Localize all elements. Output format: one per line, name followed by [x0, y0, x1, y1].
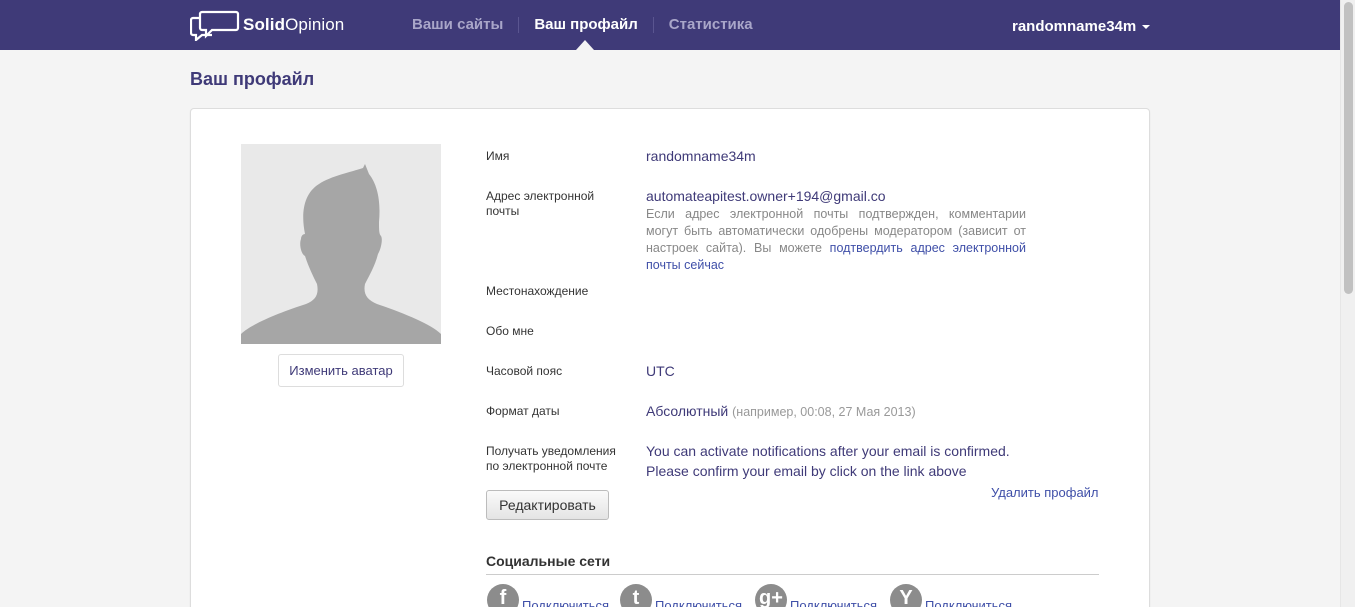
date-format-example: (например, 00:08, 27 Мая 2013): [732, 405, 916, 419]
nav-statistics[interactable]: Статистика: [652, 17, 768, 33]
social-networks-heading: Социальные сети: [486, 553, 611, 569]
email-value: automateapitest.owner+194@gmail.co: [646, 188, 886, 204]
active-nav-pointer-icon: [576, 40, 594, 50]
page-scrollbar[interactable]: [1340, 0, 1355, 607]
connect-facebook-link[interactable]: Подключиться: [522, 598, 609, 607]
social-twitter: t Подключиться: [620, 584, 742, 607]
scrollbar-thumb[interactable]: [1344, 2, 1353, 294]
email-label: Адрес электронной почты: [486, 189, 595, 218]
page-title: Ваш профайл: [190, 69, 315, 89]
notifications-label: Получать уведомления по электронной почт…: [486, 444, 616, 473]
email-confirmation-hint: Если адрес электронной почты подтвержден…: [646, 207, 1026, 272]
connect-yahoo-link[interactable]: Подключиться: [925, 598, 1012, 607]
twitter-icon: t: [620, 584, 652, 607]
change-avatar-button[interactable]: Изменить аватар: [278, 354, 404, 387]
google-plus-icon: g+: [755, 584, 787, 607]
default-user-silhouette-icon: [241, 144, 441, 344]
location-label: Местонахождение: [486, 284, 589, 298]
nav-your-sites[interactable]: Ваши сайты: [400, 17, 518, 33]
yahoo-icon: Y: [890, 584, 922, 607]
edit-profile-button[interactable]: Редактировать: [486, 490, 609, 520]
name-value: randomname34m: [646, 148, 756, 164]
delete-profile-link[interactable]: Удалить профайл: [991, 485, 1099, 500]
username-label: randomname34m: [1012, 18, 1137, 35]
connect-twitter-link[interactable]: Подключиться: [655, 598, 742, 607]
about-label: Обо мне: [486, 324, 534, 338]
nav-your-profile[interactable]: Ваш профайл: [518, 17, 652, 33]
social-yahoo: Y Подключиться: [890, 584, 1012, 607]
facebook-icon: f: [487, 584, 519, 607]
social-facebook: f Подключиться: [487, 584, 609, 607]
name-label: Имя: [486, 149, 510, 163]
timezone-value: UTC: [646, 363, 675, 379]
speech-bubbles-logo-icon: [190, 10, 240, 41]
social-google-plus: g+ Подключиться: [755, 584, 877, 607]
logo[interactable]: SolidOpinion: [190, 9, 344, 41]
caret-down-icon: [1142, 24, 1151, 29]
logo-text: SolidOpinion: [243, 15, 345, 34]
divider: [486, 574, 1099, 575]
avatar: [241, 144, 441, 344]
user-menu-dropdown[interactable]: randomname34m: [1012, 18, 1151, 35]
date-format-label: Формат даты: [486, 404, 560, 418]
date-format-value: Абсолютный (например, 00:08, 27 Мая 2013…: [646, 403, 916, 419]
timezone-label: Часовой пояс: [486, 364, 563, 378]
connect-google-plus-link[interactable]: Подключиться: [790, 598, 877, 607]
top-navbar: SolidOpinion Ваши сайты Ваш профайл Стат…: [0, 0, 1340, 50]
notifications-line2: Please confirm your email by click on th…: [646, 463, 967, 479]
notifications-line1: You can activate notifications after you…: [646, 443, 1010, 459]
